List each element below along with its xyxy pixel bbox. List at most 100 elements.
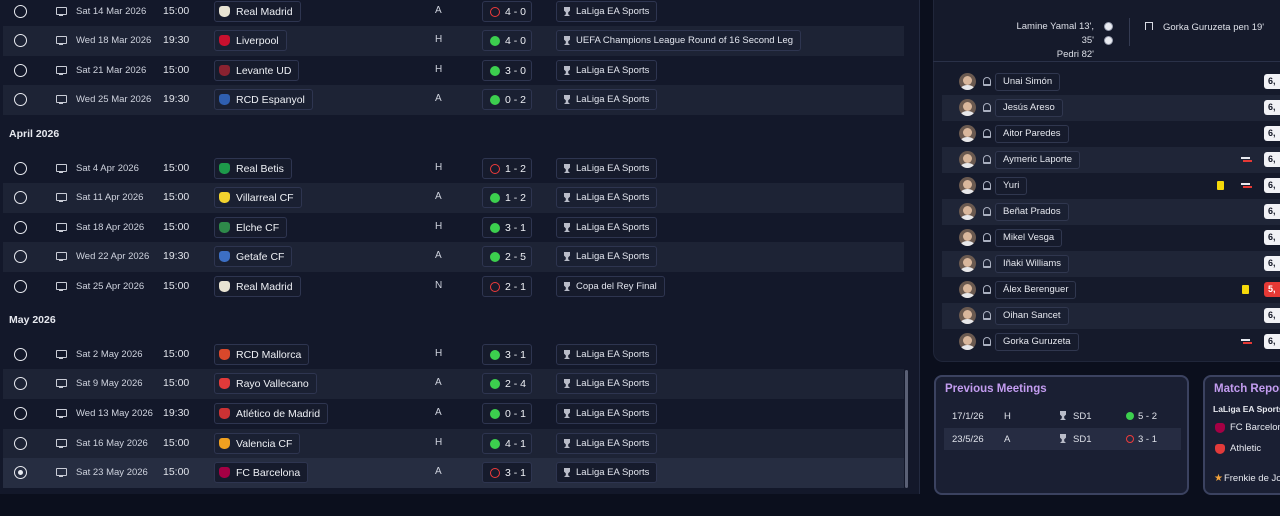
player-name-chip[interactable]: Beñat Prados (995, 203, 1069, 221)
competition-chip[interactable]: LaLiga EA Sports (556, 217, 658, 238)
opponent-chip[interactable]: RCD Espanyol (214, 89, 313, 110)
result-chip[interactable]: 1 - 2 (482, 158, 532, 179)
select-radio[interactable] (14, 34, 27, 47)
opponent-chip[interactable]: Elche CF (214, 217, 288, 238)
select-radio[interactable] (14, 5, 27, 18)
player-row[interactable]: Beñat Prados 6, (942, 199, 1280, 225)
opponent-chip[interactable]: Levante UD (214, 60, 300, 81)
fixture-row[interactable]: Sat 18 Apr 2026 15:00 Elche CF H 3 - 1 LaLiga… (3, 213, 904, 243)
fixture-row[interactable]: Wed 22 Apr 2026 19:30 Getafe CF A 2 - 5 LaLig… (3, 242, 904, 272)
meeting-row[interactable]: 23/5/26 A SD1 3 - 1 (944, 428, 1181, 450)
opponent-chip[interactable]: Real Betis (214, 158, 292, 179)
competition-chip[interactable]: LaLiga EA Sports (556, 246, 658, 267)
player-row[interactable]: Unai Simón 6, (942, 69, 1280, 95)
competition-chip[interactable]: LaLiga EA Sports (556, 433, 658, 454)
opponent-chip[interactable]: Valencia CF (214, 433, 301, 454)
result-chip[interactable]: 3 - 1 (482, 217, 532, 238)
result-chip[interactable]: 4 - 0 (482, 30, 532, 51)
player-row[interactable]: Aitor Paredes 6, (942, 121, 1280, 147)
player-name-chip[interactable]: Oihan Sancet (995, 307, 1069, 325)
player-row[interactable]: Yuri 6, (942, 173, 1280, 199)
fixture-row[interactable]: Sat 23 May 2026 15:00 FC Barcelona A 3 - 1 La… (3, 458, 904, 488)
player-name-chip[interactable]: Gorka Guruzeta (995, 333, 1079, 351)
player-name-chip[interactable]: Yuri (995, 177, 1028, 195)
player-row[interactable]: Oihan Sancet 6, (942, 303, 1280, 329)
select-radio[interactable] (14, 64, 27, 77)
player-name-chip[interactable]: Álex Berenguer (995, 281, 1077, 299)
opponent-chip[interactable]: Villarreal CF (214, 187, 302, 208)
competition-chip[interactable]: LaLiga EA Sports (556, 462, 658, 483)
result-chip[interactable]: 3 - 0 (482, 60, 532, 81)
result-chip[interactable]: 0 - 2 (482, 89, 532, 110)
result-chip[interactable]: 2 - 1 (482, 276, 532, 297)
player-row[interactable]: Aymeric Laporte 6, (942, 147, 1280, 173)
fixture-row[interactable]: Wed 13 May 2026 19:30 Atlético de Madrid A 0… (3, 399, 904, 429)
select-radio[interactable] (14, 280, 27, 293)
player-row[interactable]: Gorka Guruzeta 6, (942, 329, 1280, 355)
fixture-row[interactable]: Sat 21 Mar 2026 15:00 Levante UD H 3 - 0 LaLi… (3, 56, 904, 86)
competition-chip[interactable]: LaLiga EA Sports (556, 158, 658, 179)
opponent-chip[interactable]: Real Madrid (214, 1, 301, 22)
opponent-chip[interactable]: Getafe CF (214, 246, 293, 267)
fixture-row[interactable]: Wed 25 Mar 2026 19:30 RCD Espanyol A 0 - 2 La… (3, 85, 904, 115)
opponent-chip[interactable]: Real Madrid (214, 276, 301, 297)
select-radio[interactable] (14, 93, 27, 106)
player-row[interactable]: Iñaki Williams 6, (942, 251, 1280, 277)
player-name-chip[interactable]: Unai Simón (995, 73, 1061, 91)
opponent-chip[interactable]: Atlético de Madrid (214, 403, 329, 424)
fixture-row[interactable]: Sat 4 Apr 2026 15:00 Real Betis H 1 - 2 LaLig… (3, 154, 904, 184)
result-chip[interactable]: 2 - 5 (482, 246, 532, 267)
select-radio[interactable] (14, 162, 27, 175)
competition-chip[interactable]: LaLiga EA Sports (556, 403, 658, 424)
player-name-chip[interactable]: Mikel Vesga (995, 229, 1063, 247)
select-radio[interactable] (14, 250, 27, 263)
player-name-chip[interactable]: Aitor Paredes (995, 125, 1069, 143)
opponent-chip[interactable]: RCD Mallorca (214, 344, 310, 365)
result-chip[interactable]: 1 - 2 (482, 187, 532, 208)
result-chip[interactable]: 2 - 4 (482, 373, 532, 394)
player-row[interactable]: Mikel Vesga 6, (942, 225, 1280, 251)
opponent-chip[interactable]: FC Barcelona (214, 462, 309, 483)
select-radio[interactable] (14, 466, 27, 479)
player-row[interactable]: Jesús Areso 6, (942, 95, 1280, 121)
player-name-chip[interactable]: Jesús Areso (995, 99, 1063, 117)
opponent-chip[interactable]: Liverpool (214, 30, 287, 51)
fixture-row[interactable]: Sat 11 Apr 2026 15:00 Villarreal CF A 1 - 2 L… (3, 183, 904, 213)
match-report-card[interactable]: Match Report LaLiga EA Sports FC Barcelo… (1203, 375, 1280, 495)
fixture-date: Sat 4 Apr 2026 (76, 163, 139, 174)
result-chip[interactable]: 3 - 1 (482, 462, 532, 483)
fixture-row[interactable]: Wed 18 Mar 2026 19:30 Liverpool H 4 - 0 UEFA … (3, 26, 904, 56)
meeting-row[interactable]: 17/1/26 H SD1 5 - 2 (944, 405, 1181, 427)
opponent-name: RCD Espanyol (236, 93, 305, 106)
result-chip[interactable]: 4 - 1 (482, 433, 532, 454)
player-row[interactable]: Álex Berenguer 5, (942, 277, 1280, 303)
competition-chip[interactable]: LaLiga EA Sports (556, 187, 658, 208)
select-radio[interactable] (14, 407, 27, 420)
select-radio[interactable] (14, 437, 27, 450)
fixture-row[interactable]: Sat 9 May 2026 15:00 Rayo Vallecano A 2 - 4 L… (3, 369, 904, 399)
competition-chip[interactable]: LaLiga EA Sports (556, 373, 658, 394)
competition-chip[interactable]: LaLiga EA Sports (556, 1, 658, 22)
win-dot-icon (490, 192, 500, 203)
competition-chip[interactable]: LaLiga EA Sports (556, 344, 658, 365)
competition-chip[interactable]: Copa del Rey Final (556, 276, 665, 297)
result-score: 1 - 2 (505, 191, 527, 204)
fixture-row[interactable]: Sat 25 Apr 2026 15:00 Real Madrid N 2 - 1 Cop… (3, 272, 904, 302)
select-radio[interactable] (14, 377, 27, 390)
competition-chip[interactable]: LaLiga EA Sports (556, 60, 658, 81)
fixture-scrollbar[interactable] (905, 370, 908, 488)
opponent-chip[interactable]: Rayo Vallecano (214, 373, 317, 394)
competition-chip[interactable]: LaLiga EA Sports (556, 89, 658, 110)
competition-chip[interactable]: UEFA Champions League Round of 16 Second… (556, 30, 802, 51)
fixture-row[interactable]: Sat 2 May 2026 15:00 RCD Mallorca H 3 - 1 LaL… (3, 340, 904, 370)
select-radio[interactable] (14, 221, 27, 234)
fixture-row[interactable]: Sat 16 May 2026 15:00 Valencia CF H 4 - 1 LaL… (3, 429, 904, 459)
select-radio[interactable] (14, 348, 27, 361)
select-radio[interactable] (14, 191, 27, 204)
player-name-chip[interactable]: Iñaki Williams (995, 255, 1070, 273)
result-chip[interactable]: 4 - 0 (482, 1, 532, 22)
result-chip[interactable]: 0 - 1 (482, 403, 532, 424)
player-name-chip[interactable]: Aymeric Laporte (995, 151, 1080, 169)
result-chip[interactable]: 3 - 1 (482, 344, 532, 365)
fixture-row[interactable]: Sat 14 Mar 2026 15:00 Real Madrid A 4 - 0 LaL… (3, 0, 904, 27)
